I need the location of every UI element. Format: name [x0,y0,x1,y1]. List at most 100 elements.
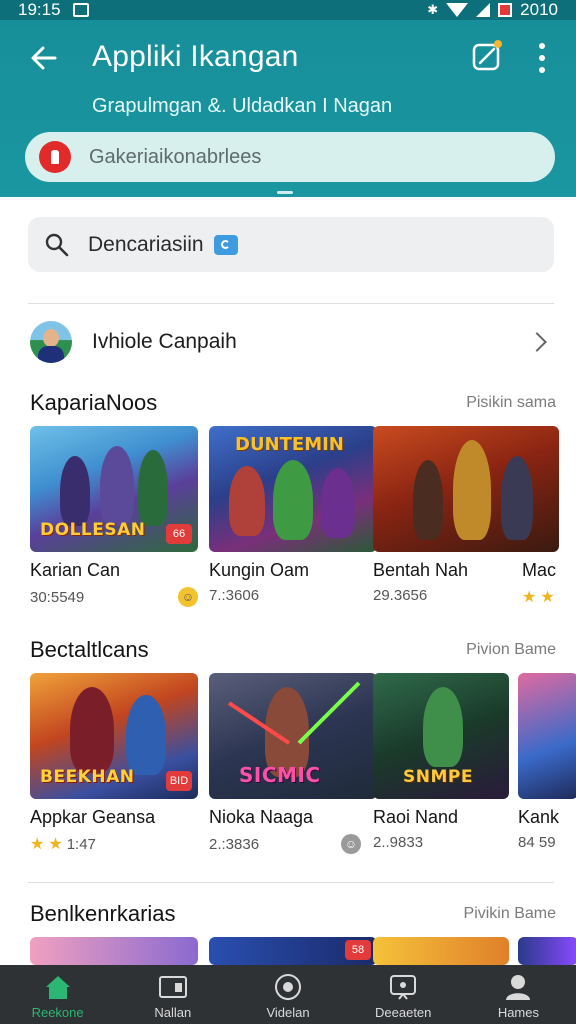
game-thumbnail [518,673,576,799]
nav-item-home[interactable]: Reekone [0,965,115,1024]
star-icon: ★ [540,589,555,606]
search-icon [45,233,69,256]
game-thumbnail [373,937,509,965]
game-card[interactable]: 58 [209,937,377,965]
dot-icon [539,55,545,61]
dot-icon [539,43,545,49]
game-name: Kank [518,807,560,827]
game-card[interactable]: DOLLESAN 66 Karian Can 30:5549 ☺ [30,426,198,607]
game-card[interactable]: SICMIC Nioka Naaga 2.:3836 ☺ [209,673,377,854]
nav-item-video[interactable]: Videlan [230,965,345,1024]
avatar [30,321,72,363]
star-icon: ★ [48,836,63,853]
drag-handle[interactable] [277,191,293,194]
refresh-icon[interactable] [213,234,238,255]
face-icon: ☺ [341,834,361,854]
battery-text: 2010 [520,0,558,19]
game-meta: 2..9833 [373,834,424,851]
game-name: Mac [522,560,557,580]
game-meta: 30:5549 [30,588,85,606]
game-row: BEEKHAN BID Appkar Geansa ★ ★ 1:47 SICMIC … [30,673,576,863]
nav-label: Nallan [154,1005,192,1020]
game-thumbnail: DUNTEMIN [209,426,377,552]
video-icon [273,973,303,1001]
nav-label: Videlan [266,1005,310,1020]
game-logo-text: DUNTEMIN [235,434,344,455]
game-name: Kungin Oam [209,560,310,580]
search-query: Dencariasiin [88,232,204,256]
bluetooth-icon: ✱ [427,2,439,17]
game-row: DOLLESAN 66 Karian Can 30:5549 ☺ DUNTEMIN… [30,426,576,616]
game-thumbnail [518,937,576,965]
game-name: Raoi Nand [373,807,459,827]
smile-icon: ☺ [178,587,198,607]
game-thumbnail [30,937,198,965]
game-thumbnail: BEEKHAN BID [30,673,198,799]
more-options-button[interactable] [528,38,556,78]
section-title: KapariaNoos [30,390,158,415]
bottom-navigation: Reekone Nallan Videlan Deeaeten Hames [0,965,576,1024]
chevron-right-icon [527,332,547,352]
game-thumbnail: 58 [209,937,377,965]
divider [28,303,554,304]
section-title: Bectaltlcans [30,637,149,662]
game-card[interactable] [373,937,509,965]
game-meta: 84 59 [518,834,556,851]
app-badge-icon [39,141,71,173]
battery-icon [498,3,513,17]
star-icon: ★ [30,836,45,853]
search-input[interactable]: Dencariasiin [28,217,554,272]
game-row: 58 [30,937,576,965]
game-card[interactable]: SNMPE Raoi Nand 2..9833 [373,673,509,851]
status-bar: 19:15 ✱ 2010 [0,0,576,20]
game-card[interactable]: BEEKHAN BID Appkar Geansa ★ ★ 1:47 [30,673,198,854]
section-more-link[interactable]: Pivikin Bame [464,905,556,923]
game-tag: 66 [166,524,192,544]
game-logo-text: SICMIC [239,763,321,787]
home-icon [43,973,73,1001]
profile-row[interactable]: Ivhiole Canpaih [28,318,554,366]
game-name: Karian Can [30,560,121,580]
game-thumbnail: SICMIC [209,673,377,799]
dot-icon [539,67,545,73]
header-search-bar[interactable]: Gakeriaikonabrlees [25,132,555,182]
nav-label: Hames [497,1005,539,1020]
game-logo-text: SNMPE [403,767,473,787]
nav-item-library[interactable]: Nallan [115,965,230,1024]
header-search-placeholder: Gakeriaikonabrlees [89,145,262,168]
wifi-icon [446,3,469,17]
library-icon [158,973,188,1001]
game-tag: BID [166,771,192,791]
section-more-link[interactable]: Pivion Bame [466,641,556,659]
game-tag: 58 [345,940,371,960]
game-card[interactable]: Mac ★ ★ [522,426,556,607]
nav-item-profile[interactable]: Hames [461,965,576,1024]
back-button[interactable] [24,38,64,78]
star-icon: ★ [522,589,537,606]
game-thumbnail: SNMPE [373,673,509,799]
game-card[interactable]: Kank 84 59 [518,673,576,851]
edit-button[interactable] [470,38,506,74]
nav-item-media[interactable]: Deeaeten [346,965,461,1024]
notification-icon [72,3,89,17]
nav-label: Deeaeten [375,1005,432,1020]
section-more-link[interactable]: Pisikin sama [466,394,556,412]
app-subtitle: Grapulmgan &. Uldadkan I Nagan [92,95,393,117]
media-icon [388,973,418,1001]
profile-icon [503,973,533,1001]
section-title: Benlkenrkarias [30,901,176,926]
game-card[interactable] [30,937,198,965]
game-meta: 7.:3606 [209,587,260,604]
game-logo-text: DOLLESAN [40,520,146,540]
game-meta: 1:47 [66,835,96,853]
game-card[interactable] [518,937,576,965]
game-meta: 2.:3836 [209,835,260,853]
divider [28,882,554,883]
game-name: Nioka Naaga [209,807,314,827]
app-title: Appliki Ikangan [92,40,299,73]
game-logo-text: BEEKHAN [40,767,135,787]
game-name: Appkar Geansa [30,807,156,827]
game-card[interactable]: DUNTEMIN Kungin Oam 7.:3606 [209,426,377,604]
nav-label: Reekone [31,1005,84,1020]
signal-icon [476,3,491,17]
